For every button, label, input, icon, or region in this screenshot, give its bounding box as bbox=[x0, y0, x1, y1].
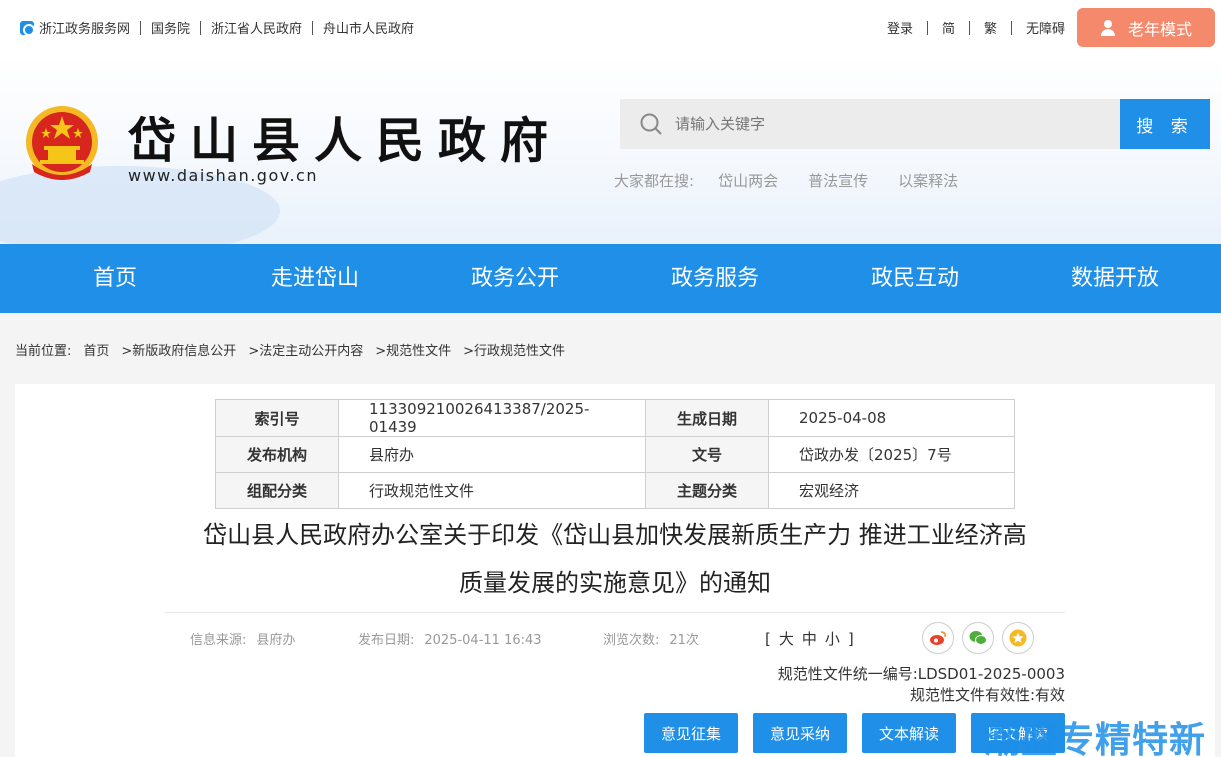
site-header: 岱山县人民政府 www.daishan.gov.cn 搜 索 大家都在搜: 岱山… bbox=[0, 56, 1221, 244]
divider bbox=[926, 20, 928, 35]
hot-keyword[interactable]: 岱山两会 bbox=[718, 170, 778, 191]
wechat-share-button[interactable] bbox=[962, 622, 994, 654]
top-link-zhejiang-gov[interactable]: 浙江省人民政府 bbox=[211, 18, 302, 37]
hot-keyword[interactable]: 以案释法 bbox=[898, 170, 958, 191]
favorite-button[interactable] bbox=[1002, 622, 1034, 654]
divider bbox=[312, 20, 314, 35]
traditional-link[interactable]: 繁 bbox=[984, 18, 997, 37]
nav-open-data[interactable]: 数据开放 bbox=[1015, 244, 1215, 313]
person-icon bbox=[1100, 19, 1116, 36]
top-link-zhoushan-gov[interactable]: 舟山市人民政府 bbox=[323, 18, 414, 37]
login-link[interactable]: 登录 bbox=[887, 18, 913, 37]
top-link-state-council[interactable]: 国务院 bbox=[151, 18, 190, 37]
nav-home[interactable]: 首页 bbox=[15, 244, 215, 313]
text-interpretation-button[interactable]: 文本解读 bbox=[862, 713, 956, 753]
breadcrumb-item[interactable]: >规范性文件 bbox=[375, 340, 451, 359]
source-value: 县府办 bbox=[256, 633, 296, 648]
table-row: 组配分类 行政规范性文件 主题分类 宏观经济 bbox=[215, 472, 1015, 509]
opinion-collection-button[interactable]: 意见征集 bbox=[644, 713, 738, 753]
meta-value: 岱政办发〔2025〕7号 bbox=[768, 436, 1015, 473]
meta-value: 宏观经济 bbox=[768, 472, 1015, 509]
divider bbox=[200, 20, 202, 35]
spec-number: 规范性文件统一编号:LDSD01-2025-0003 bbox=[777, 665, 1065, 683]
divider bbox=[968, 20, 970, 35]
breadcrumb-item[interactable]: >行政规范性文件 bbox=[463, 340, 565, 359]
opinion-adoption-button[interactable]: 意见采纳 bbox=[753, 713, 847, 753]
weibo-icon bbox=[930, 631, 946, 645]
nav-government-services[interactable]: 政务服务 bbox=[615, 244, 815, 313]
site-url: www.daishan.gov.cn bbox=[128, 166, 318, 185]
info-views: 浏览次数: 21次 bbox=[603, 629, 699, 648]
font-size-switcher[interactable]: [大中小] bbox=[765, 628, 862, 649]
main-nav: 首页 走进岱山 政务公开 政务服务 政民互动 数据开放 bbox=[0, 244, 1221, 313]
simplified-link[interactable]: 简 bbox=[942, 18, 955, 37]
divider bbox=[165, 612, 1065, 613]
wechat-icon bbox=[969, 631, 987, 645]
document-meta-table: 索引号 113309210026413387/2025-01439 生成日期 2… bbox=[215, 399, 1015, 509]
info-source: 信息来源: 县府办 bbox=[190, 629, 295, 648]
top-links: 浙江政务服务网 国务院 浙江省人民政府 舟山市人民政府 bbox=[20, 18, 414, 37]
elder-mode-label: 老年模式 bbox=[1127, 19, 1192, 39]
document-title-line: 岱山县人民政府办公室关于印发《岱山县加快发展新质生产力 推进工业经济高 bbox=[203, 521, 1027, 549]
breadcrumb-item[interactable]: 首页 bbox=[83, 340, 109, 359]
star-icon bbox=[1009, 629, 1027, 647]
top-link-zjzwfw[interactable]: 浙江政务服务网 bbox=[39, 18, 130, 37]
accessibility-link[interactable]: 无障碍 bbox=[1026, 18, 1065, 37]
breadcrumb: 当前位置: 首页 >新版政府信息公开 >法定主动公开内容 >规范性文件 >行政规… bbox=[15, 340, 577, 359]
meta-value: 县府办 bbox=[338, 436, 646, 473]
table-row: 索引号 113309210026413387/2025-01439 生成日期 2… bbox=[215, 399, 1015, 437]
divider bbox=[140, 20, 142, 35]
zhejiang-service-icon bbox=[20, 20, 35, 36]
top-bar: 浙江政务服务网 国务院 浙江省人民政府 舟山市人民政府 登录 简 繁 无障碍 老… bbox=[0, 0, 1221, 56]
nav-interaction[interactable]: 政民互动 bbox=[815, 244, 1015, 313]
document-title-line: 质量发展的实施意见》的通知 bbox=[459, 569, 771, 597]
meta-key: 主题分类 bbox=[645, 472, 769, 509]
search-input[interactable] bbox=[675, 99, 1105, 149]
meta-key: 发布机构 bbox=[215, 436, 339, 473]
table-row: 发布机构 县府办 文号 岱政办发〔2025〕7号 bbox=[215, 436, 1015, 473]
document-title: 岱山县人民政府办公室关于印发《岱山县加快发展新质生产力 推进工业经济高 质量发展… bbox=[165, 511, 1065, 607]
site-title: 岱山县人民政府 bbox=[128, 113, 563, 169]
meta-key: 组配分类 bbox=[215, 472, 339, 509]
hot-search-label: 大家都在搜: bbox=[614, 172, 695, 190]
views-value: 21次 bbox=[669, 633, 699, 648]
source-label: 信息来源: bbox=[190, 633, 247, 648]
meta-value: 113309210026413387/2025-01439 bbox=[338, 399, 646, 437]
breadcrumb-item[interactable]: >新版政府信息公开 bbox=[121, 340, 236, 359]
elder-mode-button[interactable]: 老年模式 bbox=[1077, 8, 1215, 47]
hot-search: 大家都在搜: 岱山两会 普法宣传 以案释法 bbox=[614, 170, 988, 191]
nav-about-daishan[interactable]: 走进岱山 bbox=[215, 244, 415, 313]
hot-keyword[interactable]: 普法宣传 bbox=[808, 170, 868, 191]
meta-key: 生成日期 bbox=[645, 399, 769, 437]
spec-validity: 规范性文件有效性:有效 bbox=[909, 686, 1065, 704]
meta-key: 索引号 bbox=[215, 399, 339, 437]
national-emblem-icon bbox=[26, 106, 98, 180]
meta-value: 行政规范性文件 bbox=[338, 472, 646, 509]
nav-government-affairs[interactable]: 政务公开 bbox=[415, 244, 615, 313]
article-panel: 索引号 113309210026413387/2025-01439 生成日期 2… bbox=[15, 384, 1215, 757]
divider bbox=[1010, 20, 1012, 35]
breadcrumb-label: 当前位置: bbox=[15, 344, 72, 359]
meta-key: 文号 bbox=[645, 436, 769, 473]
info-date: 发布日期: 2025-04-11 16:43 bbox=[358, 629, 542, 648]
views-label: 浏览次数: bbox=[603, 633, 660, 648]
date-value: 2025-04-11 16:43 bbox=[424, 633, 542, 648]
search-button[interactable]: 搜 索 bbox=[1120, 99, 1210, 149]
watermark: 潮盛专精特新 bbox=[984, 720, 1207, 757]
search-box bbox=[620, 99, 1120, 149]
weibo-share-button[interactable] bbox=[922, 622, 954, 654]
meta-value: 2025-04-08 bbox=[768, 399, 1015, 437]
breadcrumb-item[interactable]: >法定主动公开内容 bbox=[248, 340, 363, 359]
search-icon bbox=[640, 113, 662, 135]
date-label: 发布日期: bbox=[358, 633, 415, 648]
top-right-links: 登录 简 繁 无障碍 bbox=[887, 18, 1065, 37]
